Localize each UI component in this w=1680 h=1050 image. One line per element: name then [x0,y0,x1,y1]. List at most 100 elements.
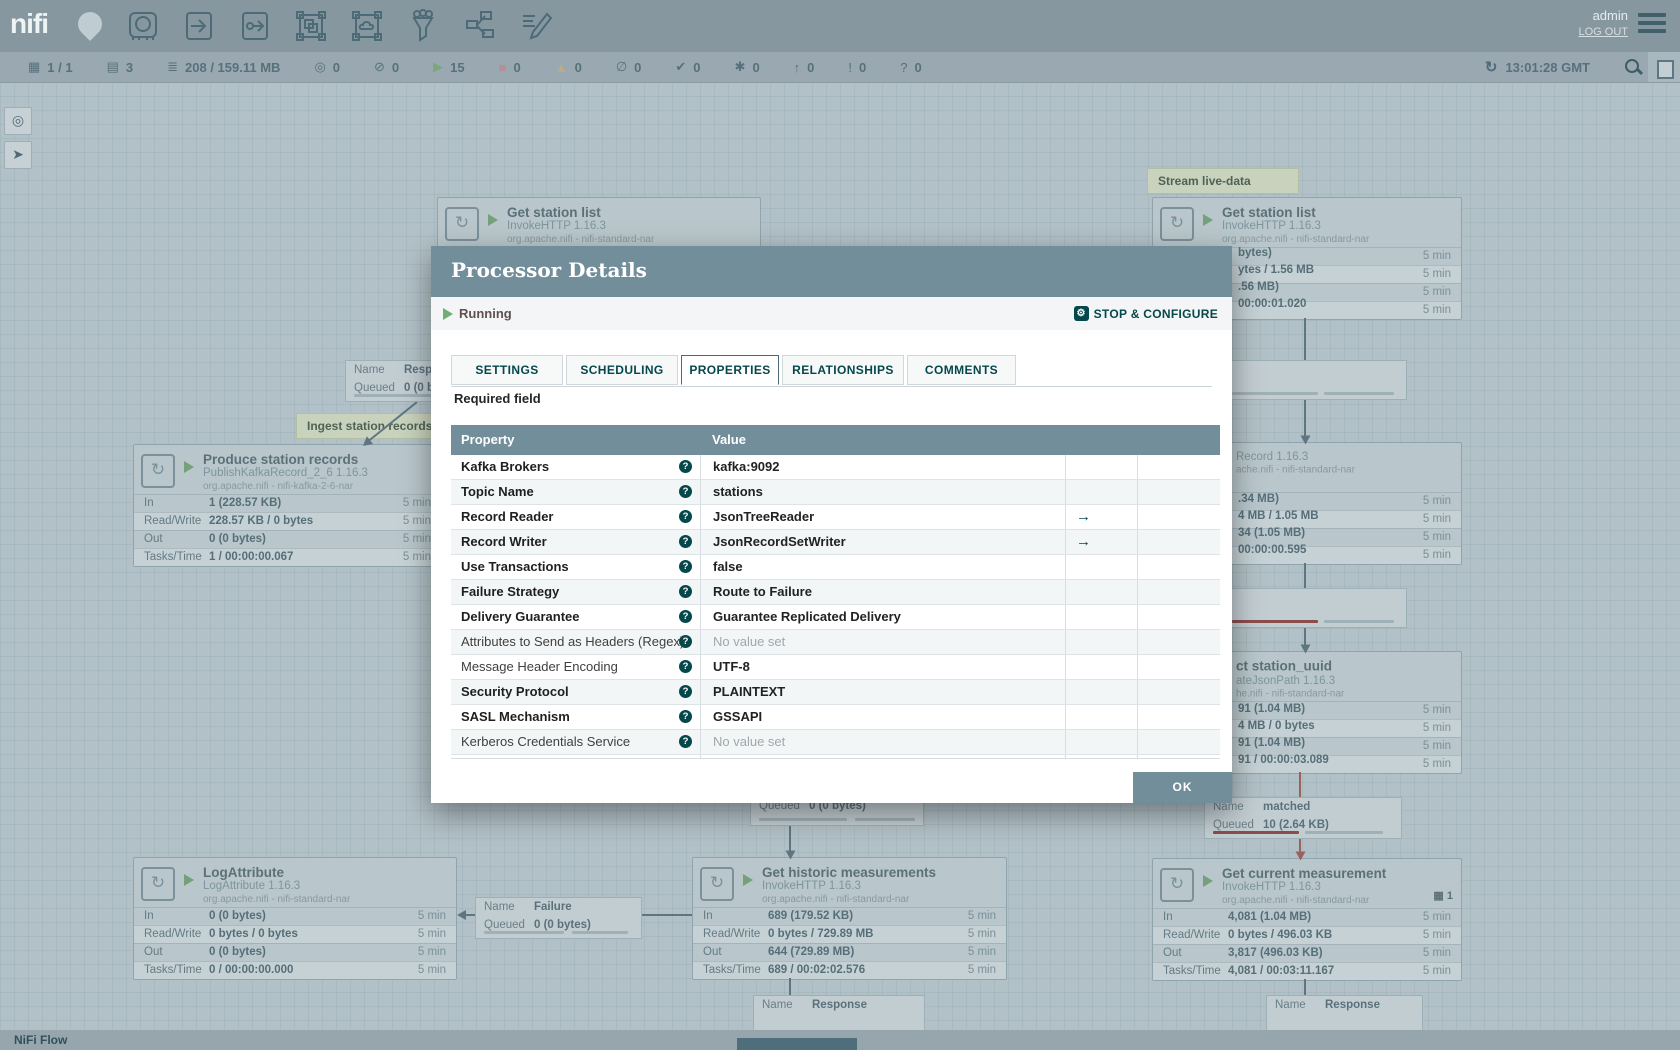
canvas-text-fragment: 00:00:00.595 [1238,544,1307,556]
help-icon[interactable]: ? [679,560,692,573]
tab-relationships[interactable]: RELATIONSHIPS [782,355,904,385]
processor-stat-row: Out 644 (729.89 MB) 5 min [693,943,1006,961]
arrowhead-icon [1300,644,1311,653]
property-value: JsonTreeReader [700,505,1065,529]
backpressure-bar [1213,831,1299,834]
template-icon[interactable] [461,8,497,44]
status-threads-count: ▤ 3 [106,59,134,75]
processor-bundle: org.apache.nifi - nifi-standard-nar [1222,234,1370,245]
go-to-cell [1065,580,1137,604]
running-icon [443,308,453,320]
property-value: No value set [700,630,1065,654]
canvas-text-fragment: .56 MB) [1238,281,1279,293]
property-row: Record Writer? JsonRecordSetWriter → [451,530,1220,555]
backpressure-bar [1324,392,1394,395]
required-field-note: Required field [454,391,541,406]
spacer-cell [1137,530,1220,554]
connection-label-row: NameResponse [762,999,867,1011]
help-icon[interactable]: ? [679,460,692,473]
processor-bundle: org.apache.nifi - nifi-standard-nar [507,234,655,245]
logout-link[interactable]: LOG OUT [1578,26,1628,38]
tab-properties[interactable]: PROPERTIES [681,355,779,385]
running-icon: ▶ [433,59,444,74]
connection-label-conn-response-right-occluded[interactable] [1205,360,1407,400]
connection-line[interactable] [1304,563,1306,588]
refresh-icon[interactable]: ↻ [1485,58,1498,76]
help-icon[interactable]: ? [679,660,692,673]
go-to-cell [1065,655,1137,679]
funnel-icon[interactable] [405,8,441,44]
connection-label-conn-splits-occluded[interactable] [1205,588,1407,628]
dialog-header: Processor Details [431,246,1232,297]
status-transmitting-count: ◎ 0 [314,59,341,75]
help-icon[interactable]: ? [679,510,692,523]
occluded-canvas-element [737,1038,857,1050]
operate-palette-button[interactable]: ➤ [4,141,32,169]
go-to-service-icon[interactable]: → [1065,505,1137,529]
canvas-text-fragment: 91 (1.04 MB) [1238,737,1306,749]
processor-get-historic-measurements[interactable]: ↻ Get historic measurements InvokeHTTP 1.1… [692,857,1007,980]
help-icon[interactable]: ? [679,685,692,698]
processor-log-attribute[interactable]: ↻ LogAttribute LogAttribute 1.16.3 org.apac… [133,857,457,980]
gear-icon: ⚙ [1073,306,1089,321]
property-row: Record Reader? JsonTreeReader → [451,505,1220,530]
remote-process-group-icon[interactable] [349,8,385,44]
help-icon[interactable]: ? [679,635,692,648]
backpressure-bar [572,931,628,934]
help-icon[interactable]: ? [679,535,692,548]
processor-stat-row: In 0 (0 bytes) 5 min [134,907,456,925]
ok-button[interactable]: OK [1133,772,1232,803]
canvas-label-stream-live-data[interactable]: Stream live-data [1147,168,1299,194]
help-icon[interactable]: ? [679,710,692,723]
property-value: false [700,555,1065,579]
property-name: Kerberos User Service? [451,755,700,758]
backpressure-bar [1232,620,1318,623]
connection-line[interactable] [1299,772,1301,797]
go-to-cell [1065,730,1137,754]
processor-get-current-measurement[interactable]: ↻ Get current measurement InvokeHTTP 1.16.… [1152,858,1462,981]
backpressure-bar [855,818,915,821]
canvas-text-fragment: ache.nifi - nifi-standard-nar [1236,464,1355,476]
processor-icon[interactable] [125,8,161,44]
status-invalid-count: ▲ 0 [554,59,582,75]
property-row: Use Transactions? false [451,555,1220,580]
processor-produce-station-records[interactable]: ↻ Produce station records PublishKafkaReco… [133,444,442,567]
tab-settings[interactable]: SETTINGS [451,355,563,385]
connection-line[interactable] [1304,398,1306,440]
connection-label-conn-matched[interactable]: Name matched Queued 10 (2.64 KB) [1204,797,1402,839]
tab-comments[interactable]: COMMENTS [907,355,1016,385]
help-icon[interactable]: ? [679,585,692,598]
disabled-icon: ∅ [615,59,628,74]
canvas-label-ingest-station-records[interactable]: Ingest station records [296,413,444,439]
processor-type-icon: ↻ [141,454,175,488]
help-icon[interactable]: ? [679,735,692,748]
connection-line[interactable] [1304,318,1306,360]
processor-name: LogAttribute [203,865,284,880]
connection-label-conn-failure[interactable]: Name Failure Queued 0 (0 bytes) [475,897,642,939]
processor-type-icon: ↻ [445,207,479,241]
help-icon[interactable]: ? [679,485,692,498]
output-port-icon[interactable] [237,8,273,44]
spacer-cell [1137,480,1220,504]
property-row: Kerberos User Service?No value set [451,755,1220,758]
birdseye-toggle[interactable] [1648,52,1680,82]
backpressure-bar [1324,620,1394,623]
search-icon[interactable] [1624,58,1644,76]
global-menu-icon[interactable] [1638,13,1666,35]
canvas-text-fragment: 91 (1.04 MB) [1238,703,1306,715]
tab-scheduling[interactable]: SCHEDULING [566,355,678,385]
stop-and-configure-button[interactable]: ⚙ STOP & CONFIGURE [1073,306,1218,321]
go-to-service-icon[interactable]: → [1065,530,1137,554]
process-group-icon[interactable] [293,8,329,44]
column-header-value: Value [712,432,746,447]
sync-failure-icon: ? [900,59,908,75]
label-icon[interactable] [517,8,553,44]
input-port-icon[interactable] [181,8,217,44]
navigate-palette-button[interactable]: ◎ [4,107,32,135]
breadcrumb[interactable]: NiFi Flow [14,1033,67,1047]
run-status-play-icon [184,874,194,886]
help-icon[interactable]: ? [679,610,692,623]
threads-icon: ▤ [106,59,119,74]
processor-type-icon: ↻ [1160,207,1194,241]
property-value: stations [700,480,1065,504]
